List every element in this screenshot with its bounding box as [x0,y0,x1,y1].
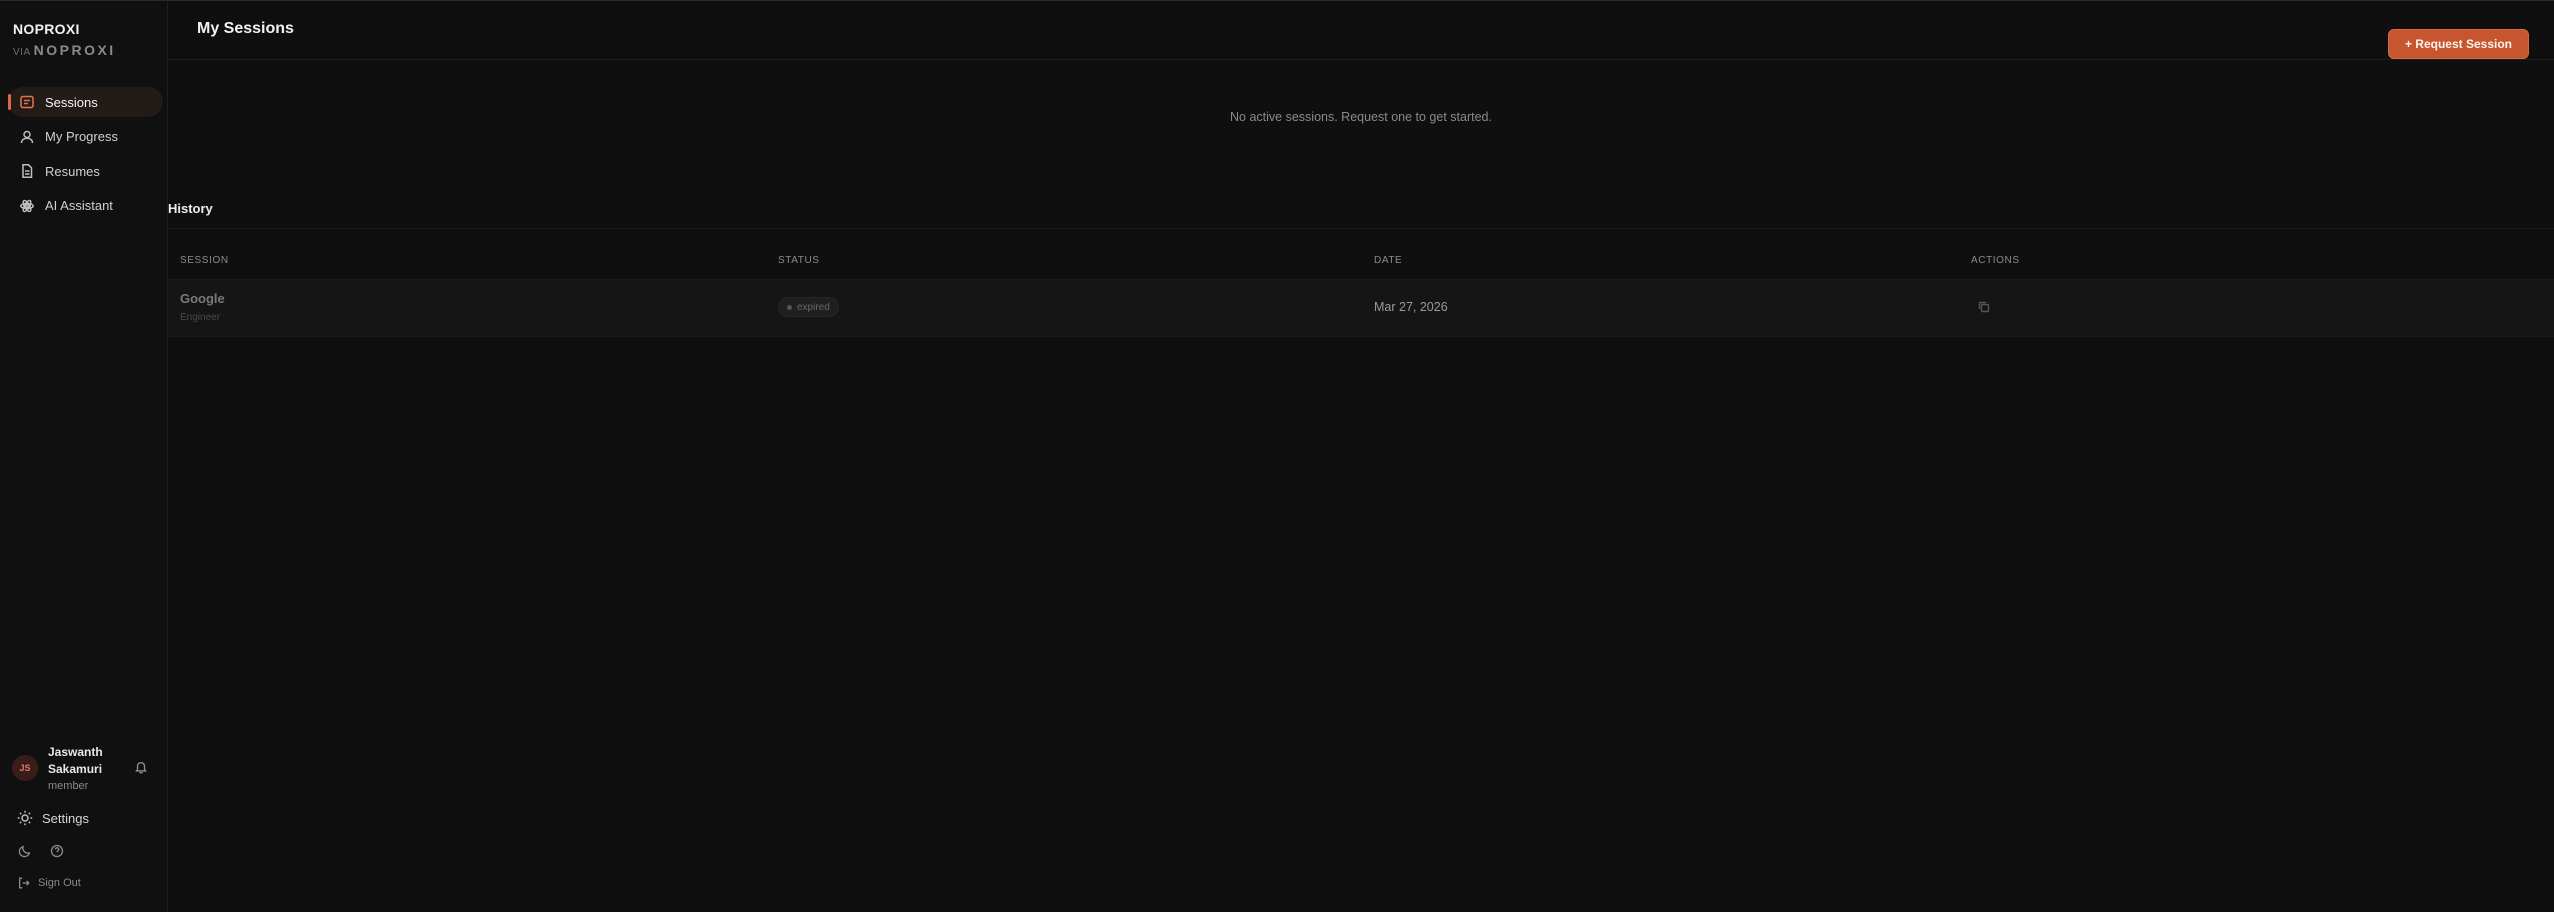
sign-out-label: Sign Out [38,877,81,889]
history-table: SESSION STATUS DATE ACTIONS Google Engin… [168,246,2554,337]
settings-button[interactable]: Settings [17,810,89,826]
status-badge: expired [778,297,839,317]
bell-icon[interactable] [134,760,148,774]
sidebar-item-resumes[interactable]: Resumes [8,156,163,186]
brand-name: NOPROXI [13,21,80,37]
user-profile[interactable]: JS Jaswanth Sakamuri member [12,744,162,792]
sidebar-item-label: My Progress [45,129,118,144]
user-icon [20,130,34,143]
column-header-session: SESSION [180,255,229,266]
user-info: Jaswanth Sakamuri member [48,744,126,792]
divider [168,59,2554,60]
table-row[interactable]: Google Engineer expired Mar 27, 2026 [168,280,2554,337]
help-icon[interactable] [50,844,64,858]
app-window: NOPROXI VIA NOPROXI Sessions My Progress… [0,0,2554,912]
sessions-icon [20,95,34,109]
main-content: My Sessions + Request Session No active … [168,2,2554,912]
sidebar-item-label: Sessions [45,94,98,110]
sign-out-button[interactable]: Sign Out [17,876,81,890]
table-header: SESSION STATUS DATE ACTIONS [168,246,2554,280]
sidebar: NOPROXI VIA NOPROXI Sessions My Progress… [0,2,168,912]
footer-icons [18,844,64,858]
sidebar-nav: Sessions My Progress Resumes AI Assistan… [8,87,163,225]
avatar: JS [12,755,38,781]
history-title: History [168,201,213,216]
page-title: My Sessions [197,20,294,37]
sidebar-item-label: AI Assistant [45,198,113,213]
column-header-status: STATUS [778,255,820,266]
copy-icon[interactable] [1978,301,1990,313]
brand-via: VIA [13,47,31,58]
divider [168,228,2554,229]
column-header-actions: ACTIONS [1971,255,2020,266]
column-header-date: DATE [1374,255,1403,266]
document-icon [22,164,33,178]
brand-sub: VIA NOPROXI [13,42,116,58]
status-label: expired [797,301,830,313]
user-role: member [48,780,89,792]
sidebar-item-my-progress[interactable]: My Progress [8,122,163,152]
brand-logo: NOPROXI [33,42,116,58]
sidebar-item-sessions[interactable]: Sessions [8,87,163,117]
sign-out-icon [18,877,30,889]
brand[interactable]: NOPROXI VIA NOPROXI [13,21,116,58]
atom-icon [20,199,34,212]
moon-icon[interactable] [18,844,32,858]
status-dot [787,304,792,310]
request-session-button[interactable]: + Request Session [2387,29,2529,59]
settings-label: Settings [42,810,89,826]
sidebar-item-label: Resumes [45,163,100,179]
session-name: Google [180,291,225,306]
sun-icon [17,810,33,826]
sidebar-item-ai-assistant[interactable]: AI Assistant [8,191,163,221]
empty-state-message: No active sessions. Request one to get s… [1230,110,1492,124]
session-date: Mar 27, 2026 [1374,300,1448,314]
session-role: Engineer [180,312,221,323]
user-name: Jaswanth Sakamuri [48,745,103,776]
